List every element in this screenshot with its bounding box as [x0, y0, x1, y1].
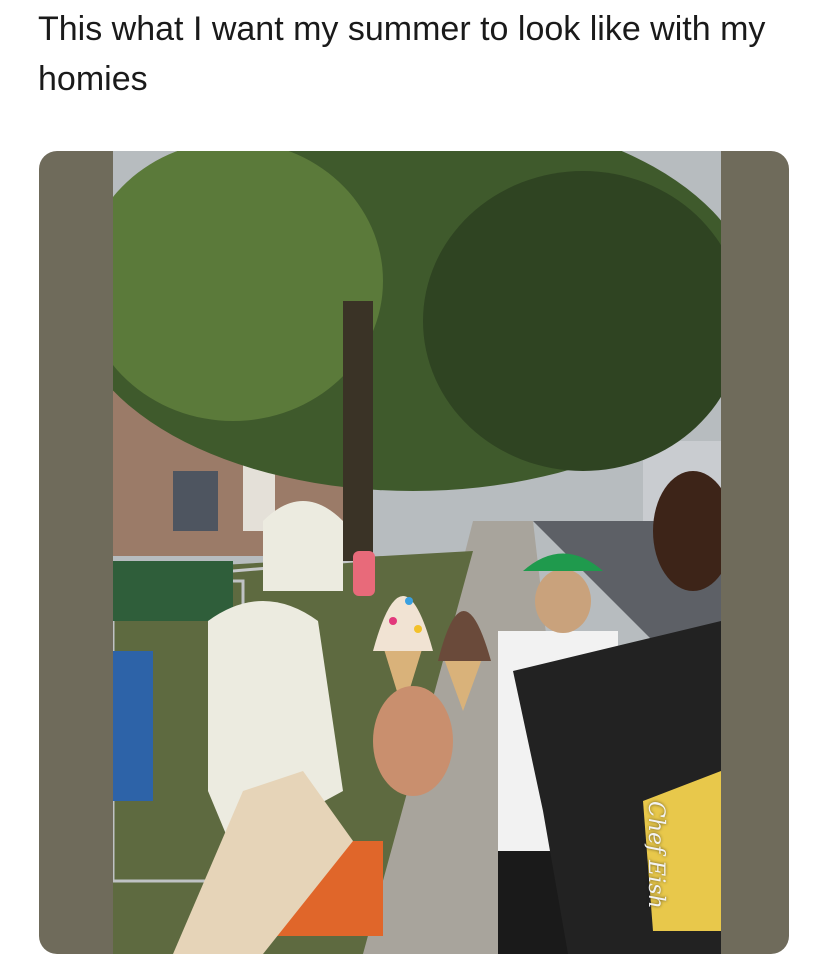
building-window: [173, 471, 218, 531]
photo-illustration: [113, 151, 721, 954]
hoodie-hood: [263, 501, 343, 591]
sprinkle-dot: [414, 625, 422, 633]
photo-watermark: Chef Eish: [643, 801, 668, 909]
photo-frame: Chef Eish: [39, 151, 789, 954]
foreground-hand: [373, 686, 453, 796]
tree-trunk: [343, 301, 373, 561]
sprinkle-dot: [405, 597, 413, 605]
blue-recycling-bin: [113, 651, 153, 801]
post-caption: This what I want my summer to look like …: [38, 10, 766, 98]
sprinkle-dot: [389, 617, 397, 625]
cap-man-face: [535, 569, 591, 633]
popsicle: [353, 551, 375, 596]
green-trash-bin: [113, 561, 233, 621]
post-photo[interactable]: Chef Eish: [113, 151, 721, 954]
